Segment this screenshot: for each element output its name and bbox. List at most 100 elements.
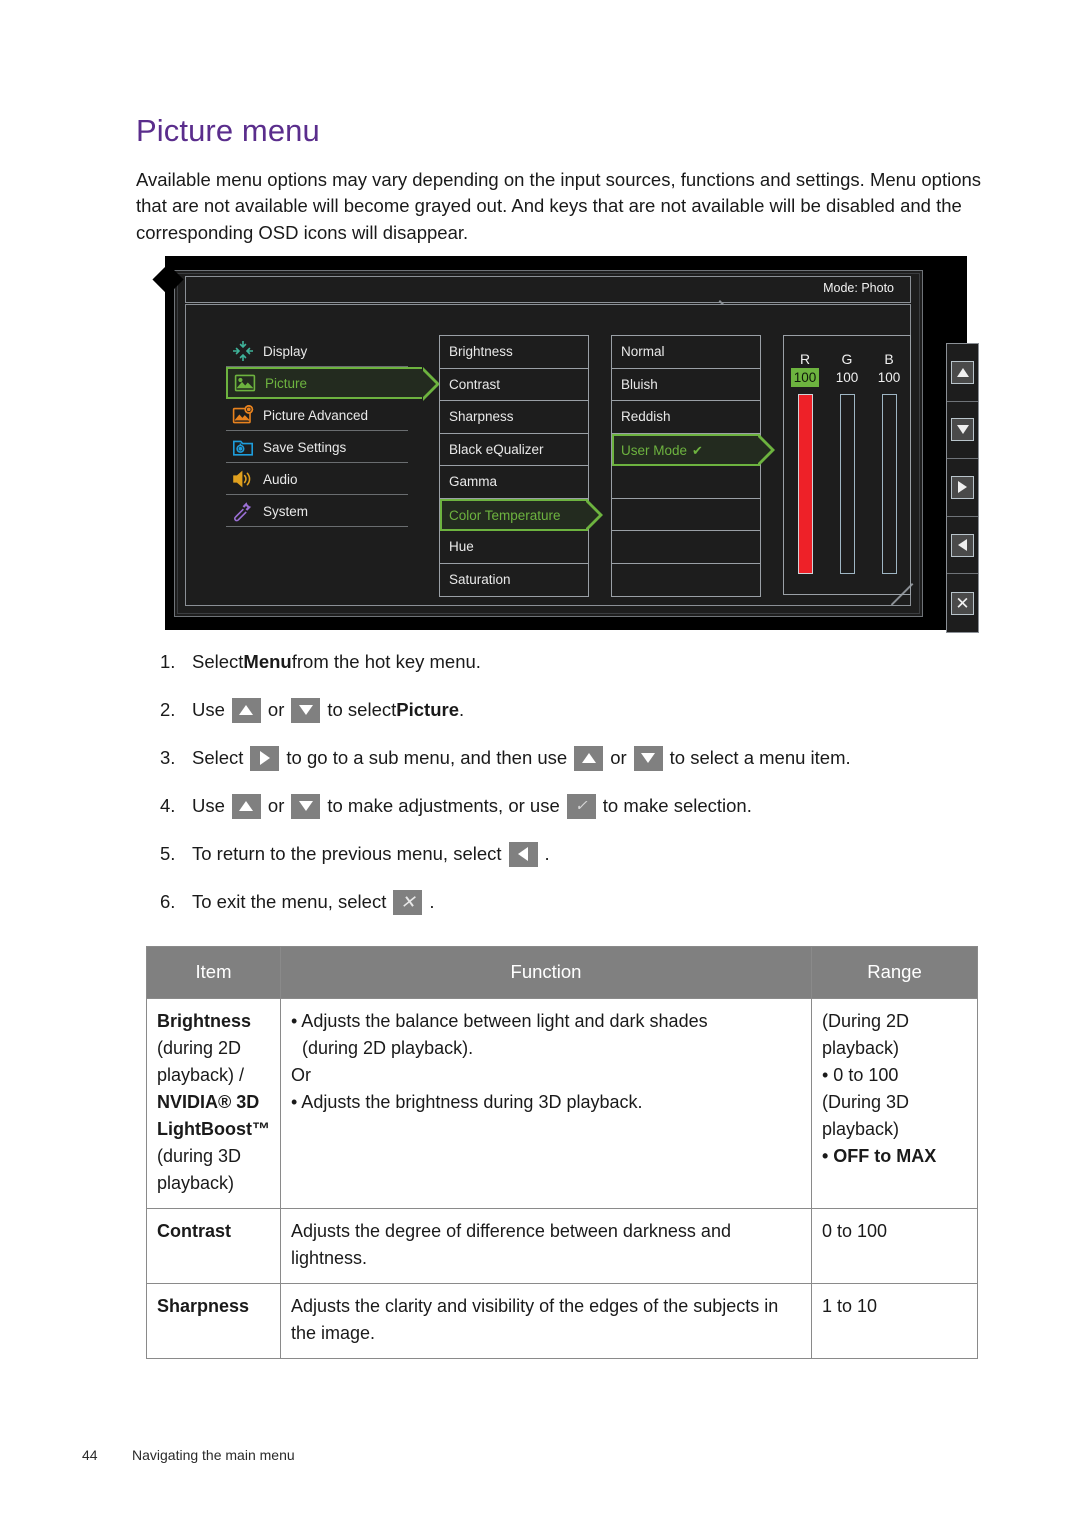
osd-menu-item-saturation[interactable]: Saturation [440,564,588,597]
step-text: Use [192,795,225,816]
table-range-line: playback) [822,1038,900,1058]
osd-menu-selection-arrow-inner [586,501,599,528]
close-x-icon: ✕ [400,892,416,912]
table-function-line: Adjusts the clarity and visibility of th… [291,1296,779,1343]
osd-menu-item-empty [612,564,760,597]
osd-control-close-x-icon[interactable]: ✕ [951,591,974,615]
document-page: Picture menu Available menu options may … [0,0,1080,1527]
step-key-arrow-up-icon [231,697,261,723]
osd-options-column: Normal Bluish Reddish User Mode ✔ [611,335,775,597]
osd-menu-item-brightness[interactable]: Brightness [440,336,588,369]
arrow-left-icon [958,539,967,552]
arrow-up-icon [581,753,596,763]
step-number: 4. [160,795,176,816]
step-number: 1. [160,651,176,672]
table-range-line: 1 to 10 [822,1296,878,1316]
step-text: To return to the previous menu, select [192,843,502,864]
check-icon: ✓ [574,797,588,815]
step-text: Select [192,651,244,672]
arrow-up-icon [239,801,254,811]
osd-menu-item-contrast[interactable]: Contrast [440,369,588,401]
osd-menu-item-sharpness[interactable]: Sharpness [440,401,588,434]
osd-menu-item-empty [612,531,760,564]
table-range-line: • OFF to MAX [822,1146,937,1166]
osd-control-arrow-up-icon[interactable] [951,360,974,384]
picture-image-icon [234,372,256,394]
osd-menu-item-black-equalizer[interactable]: Black eQualizer [440,434,588,466]
osd-sidebar-item-label: Picture [265,375,308,391]
table-item-line: (during 3D [157,1146,242,1166]
osd-control-arrow-left-icon[interactable] [951,533,974,557]
arrow-left-icon [518,847,529,861]
arrow-right-icon [259,751,270,765]
osd-menu-item-reddish[interactable]: Reddish [612,401,760,434]
osd-sidebar-item-label: Save Settings [263,439,347,455]
osd-rgb-channel-b[interactable]: B 100 [872,350,906,574]
table-range-line: playback) [822,1119,900,1139]
close-x-icon: ✕ [955,593,970,613]
table-row: Contrast Adjusts the degree of difference… [146,1208,978,1284]
page-title: Picture menu [136,112,320,148]
osd-menu-item-label: Normal [621,344,665,359]
osd-rgb-letter: G [841,351,853,367]
step-text: To exit the menu, select [192,891,387,912]
table-item-line: Contrast [157,1221,232,1241]
picture-advanced-icon [232,404,254,426]
instruction-step: 6. To exit the menu, select ✕. [160,888,990,916]
osd-sidebar: Display Picture Picture Advanced Save Setti… [226,335,440,527]
step-number: 6. [160,891,176,912]
osd-rgb-letter: B [884,351,894,367]
column-header-item: Item [146,946,281,999]
table-function-line: • Adjusts the brightness during 3D playb… [291,1092,643,1112]
step-emphasis: Menu [243,651,292,672]
osd-menu-item-hue[interactable]: Hue [440,531,588,564]
osd-sidebar-item-picture[interactable]: Picture [226,367,440,401]
osd-control-arrow-right-icon[interactable] [951,475,974,499]
osd-sidebar-item-display[interactable]: Display [226,335,422,367]
step-text: to make selection. [602,795,752,816]
osd-control-arrow-down-icon[interactable] [951,418,974,442]
osd-sidebar-item-audio[interactable]: Audio [226,463,422,495]
osd-menu-item-normal[interactable]: Normal [612,336,760,369]
osd-menu-item-label: Saturation [449,571,511,587]
arrow-up-icon [239,705,254,715]
table-cell-item: Sharpness [146,1283,281,1359]
osd-menu-item-label: Color Temperature [449,507,561,523]
osd-menu-item-label: Hue [449,539,474,554]
save-folder-icon [232,436,254,458]
table-range-line: (During 3D [822,1092,910,1112]
osd-sidebar-item-picture-advanced[interactable]: Picture Advanced [226,399,422,431]
osd-menu-item-label: Gamma [449,474,498,489]
step-text: Select [192,747,244,768]
arrow-down-icon [956,425,969,435]
column-header-function: Function [280,946,812,999]
page-footer: 44 Navigating the main menu [82,1447,295,1463]
intro-paragraph: Available menu options may vary dependin… [136,168,982,243]
osd-rgb-channel-r[interactable]: R 100 [788,350,822,574]
step-text: . [429,891,435,912]
table-item-line: playback) [157,1173,235,1193]
osd-menu-item-label: Black eQualizer [449,441,544,457]
osd-control-cell [947,402,978,460]
wrench-icon [232,500,254,522]
table-header-row: Item Function Range [146,946,978,999]
osd-menu-item-user-mode[interactable]: User Mode ✔ [612,433,775,466]
osd-menu-item-bluish[interactable]: Bluish [612,369,760,401]
osd-sidebar-item-save-settings[interactable]: Save Settings [226,431,422,463]
osd-menu-item-label: Reddish [621,409,671,424]
osd-sidebar-item-label: Audio [263,471,298,487]
osd-sidebar-item-system[interactable]: System [226,495,422,527]
osd-sidebar-item-label: System [263,503,309,519]
step-key-arrow-up-icon [231,793,261,819]
step-key-check-icon: ✓ [566,793,596,819]
osd-menu-item-color-temperature[interactable]: Color Temperature [440,498,603,531]
step-text: to make adjustments, or use [327,795,560,816]
osd-menu-item-label: Bluish [621,376,658,392]
osd-rgb-channel-g[interactable]: G 100 [830,350,864,574]
table-range-line: 0 to 100 [822,1221,888,1241]
table-cell-function: • Adjusts the balance between light and … [280,998,812,1209]
osd-menu-item-gamma[interactable]: Gamma [440,466,588,499]
osd-sidebar-item-label: Display [263,343,308,359]
table-item-line: Sharpness [157,1296,250,1316]
step-number: 5. [160,843,176,864]
